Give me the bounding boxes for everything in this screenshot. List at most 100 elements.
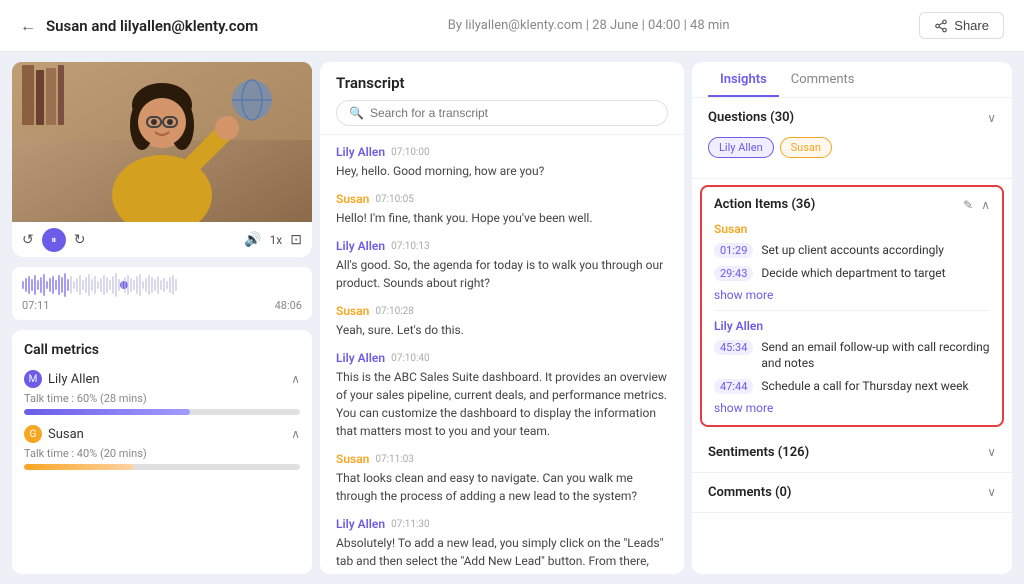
waveform-bar: [70, 276, 72, 294]
waveform-bar: [100, 278, 102, 292]
questions-section: Questions (30) ∨ Lily Allen Susan: [692, 98, 1012, 179]
video-display: [12, 62, 312, 222]
message-text: That looks clean and easy to navigate. C…: [336, 469, 668, 505]
message-lily-2: Lily Allen 07:10:13 All's good. So, the …: [336, 239, 668, 292]
waveform-bar: [175, 279, 177, 291]
waveform-bar: [166, 281, 168, 289]
questions-header[interactable]: Questions (30) ∨: [692, 98, 1012, 137]
action-time[interactable]: 47:44: [714, 379, 753, 394]
speaker-line: Susan 07:10:05: [336, 192, 668, 206]
waveform-bar: [34, 275, 36, 295]
speaker-label-lily: Lily Allen: [336, 239, 385, 253]
waveform-bar: [67, 279, 69, 291]
filter-tag-susan[interactable]: Susan: [780, 137, 832, 158]
action-time[interactable]: 45:34: [714, 340, 753, 355]
share-label: Share: [954, 18, 989, 33]
action-time[interactable]: 01:29: [714, 243, 753, 258]
waveform[interactable]: [22, 273, 302, 297]
waveform-bar: [46, 281, 48, 289]
waveform-bar: [163, 278, 165, 292]
action-time[interactable]: 29:43: [714, 266, 753, 281]
comments-title: Comments (0): [708, 485, 791, 500]
susan-talk-time: Talk time : 40% (20 mins): [24, 447, 300, 460]
tab-comments[interactable]: Comments: [779, 62, 867, 97]
tab-insights[interactable]: Insights: [708, 62, 779, 97]
chevron-up-lily[interactable]: ∧: [291, 372, 300, 386]
chevron-down-icon: ∨: [987, 111, 996, 125]
message-susan-3: Susan 07:11:03 That looks clean and easy…: [336, 452, 668, 505]
show-more-susan[interactable]: show more: [714, 288, 990, 302]
speaker-header-lily: M Lily Allen ∧: [24, 370, 300, 388]
speaker-line: Susan 07:10:28: [336, 304, 668, 318]
speaker-label-susan: Susan: [336, 192, 369, 206]
waveform-bar: [118, 279, 120, 291]
action-item-row: 45:34 Send an email follow-up with call …: [714, 339, 990, 373]
waveform-bar: [52, 276, 54, 294]
speaker-label-lily: Lily Allen: [336, 145, 385, 159]
waveform-bar: [121, 281, 123, 289]
comments-section: Comments (0) ∨: [692, 473, 1012, 513]
edit-icon[interactable]: ✎: [963, 198, 973, 212]
message-text: Absolutely! To add a new lead, you simpl…: [336, 534, 668, 574]
timestamp: 07:10:13: [391, 241, 430, 252]
rewind-button[interactable]: ↺: [22, 232, 34, 248]
comments-header[interactable]: Comments (0) ∨: [692, 473, 1012, 512]
share-icon: [934, 19, 948, 33]
speaker-label-lily: Lily Allen: [336, 517, 385, 531]
waveform-bar: [154, 279, 156, 291]
speaker-label-lily: Lily Allen: [336, 351, 385, 365]
filter-tag-lily[interactable]: Lily Allen: [708, 137, 774, 158]
waveform-bar: [61, 277, 63, 293]
waveform-bar: [31, 279, 33, 291]
message-lily-3: Lily Allen 07:10:40 This is the ABC Sale…: [336, 351, 668, 440]
insights-body: Questions (30) ∨ Lily Allen Susan Action…: [692, 98, 1012, 574]
message-susan-2: Susan 07:10:28 Yeah, sure. Let's do this…: [336, 304, 668, 339]
action-items-header[interactable]: Action Items (36) ✎ ∧: [702, 187, 1002, 222]
waveform-bar: [43, 274, 45, 296]
speaker-line: Lily Allen 07:10:13: [336, 239, 668, 253]
video-controls: ↺ ⏸ ↻ 🔊 1x ⊡: [12, 222, 312, 257]
video-container: ↺ ⏸ ↻ 🔊 1x ⊡: [12, 62, 312, 257]
waveform-container: 07:11 48:06: [12, 267, 312, 320]
show-more-lily[interactable]: show more: [714, 401, 990, 415]
speed-control[interactable]: 1x: [270, 233, 283, 247]
waveform-bar: [142, 281, 144, 289]
sentiments-section: Sentiments (126) ∨: [692, 433, 1012, 473]
timestamp: 07:10:00: [391, 147, 430, 158]
lily-talk-time: Talk time : 60% (28 mins): [24, 392, 300, 405]
waveform-bar: [127, 275, 129, 295]
pause-button[interactable]: ⏸: [42, 228, 66, 252]
share-button[interactable]: Share: [919, 12, 1004, 39]
speaker-line: Susan 07:11:03: [336, 452, 668, 466]
waveform-bar: [49, 278, 51, 292]
search-input[interactable]: [370, 106, 655, 120]
divider: [714, 310, 990, 311]
waveform-bar: [157, 276, 159, 294]
action-text: Send an email follow-up with call record…: [761, 339, 990, 373]
lily-talk-fill: [24, 409, 190, 415]
speaker-line: Lily Allen 07:10:40: [336, 351, 668, 365]
search-icon: 🔍: [349, 106, 364, 120]
tabs-bar: Insights Comments: [692, 62, 1012, 98]
action-text: Decide which department to target: [761, 265, 945, 282]
waveform-bar: [145, 278, 147, 292]
app-container: ← Susan and lilyallen@klenty.com By lily…: [0, 0, 1024, 584]
waveform-bar: [151, 277, 153, 293]
current-time: 07:11: [22, 299, 49, 312]
timestamp: 07:10:28: [375, 306, 414, 317]
speaker-name-lily: M Lily Allen: [24, 370, 100, 388]
action-items-body: Susan 01:29 Set up client accounts accor…: [702, 222, 1002, 425]
chevron-up-susan[interactable]: ∧: [291, 427, 300, 441]
waveform-bar: [103, 275, 105, 295]
speaker-label-susan: Susan: [336, 304, 369, 318]
volume-icon[interactable]: 🔊: [244, 232, 261, 248]
speaker-row-susan: G Susan ∧ Talk time : 40% (20 mins): [24, 425, 300, 470]
fullscreen-button[interactable]: ⊡: [290, 232, 302, 248]
waveform-bar: [82, 280, 84, 290]
sentiments-header[interactable]: Sentiments (126) ∨: [692, 433, 1012, 472]
forward-button[interactable]: ↻: [74, 232, 86, 248]
waveform-bar: [130, 278, 132, 292]
waveform-bar: [139, 274, 141, 296]
video-frame: [12, 62, 312, 222]
back-button[interactable]: ←: [20, 16, 36, 36]
